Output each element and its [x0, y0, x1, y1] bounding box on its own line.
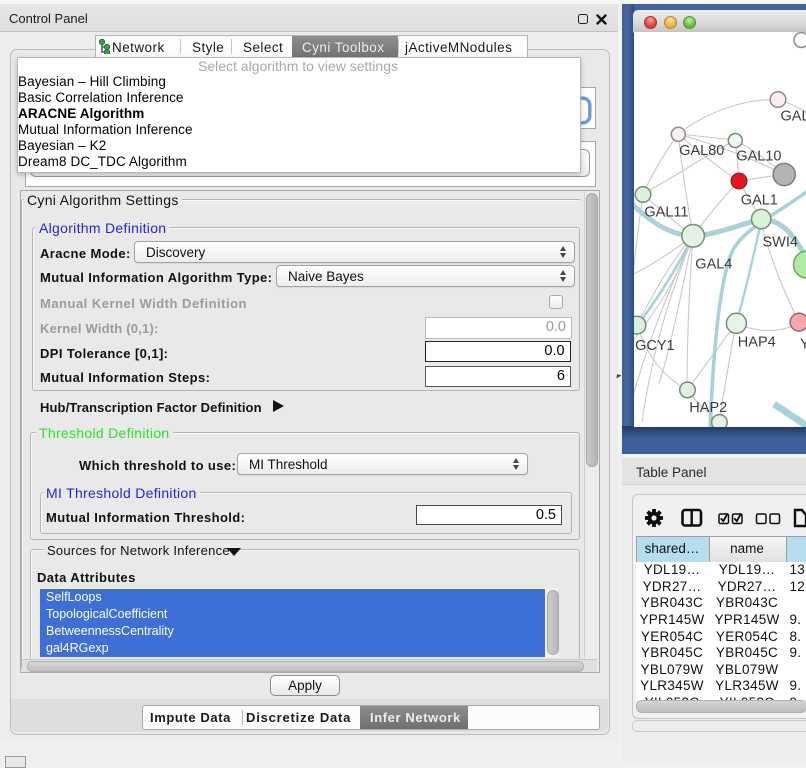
svg-text:HAP4: HAP4	[737, 334, 775, 350]
svg-text:GAL80: GAL80	[679, 143, 724, 159]
svg-text:GAL4: GAL4	[695, 256, 732, 272]
svg-text:GAL1: GAL1	[740, 192, 777, 208]
svg-text:GCY1: GCY1	[635, 338, 675, 354]
svg-text:Y: Y	[800, 336, 806, 352]
svg-text:SWI4: SWI4	[762, 234, 797, 250]
svg-text:HAP2: HAP2	[689, 399, 727, 415]
svg-text:GAL7: GAL7	[780, 108, 806, 124]
svg-text:GAL11: GAL11	[644, 204, 688, 220]
svg-text:GAL10: GAL10	[736, 148, 781, 164]
